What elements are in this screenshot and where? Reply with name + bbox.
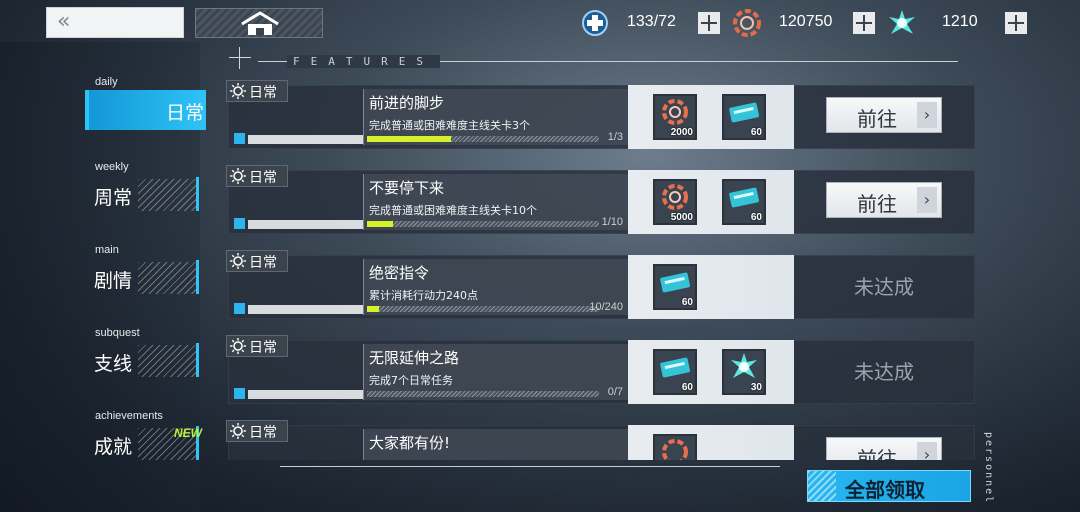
add-stamina-button[interactable] — [698, 12, 720, 34]
crosshair-icon — [229, 47, 251, 69]
go-button[interactable]: 前往 › — [826, 97, 942, 133]
reward-area: 2000 60 — [628, 85, 794, 149]
new-badge: NEW — [174, 426, 202, 440]
ticket-card-icon — [729, 187, 759, 208]
add-credits-button[interactable] — [853, 12, 875, 34]
sun-icon — [230, 253, 246, 269]
reward-item[interactable]: 60 — [653, 264, 697, 310]
task-progress-bar — [367, 391, 599, 397]
task-row: 日常 无限延伸之路 完成7个日常任务 0/7 60 30 未达成 — [226, 335, 976, 404]
sun-icon — [230, 423, 246, 439]
nav-achievements-label: 成就 — [94, 436, 133, 458]
reward-area: 60 — [628, 255, 794, 319]
task-row: 日常 不要停下来 完成普通或困难难度主线关卡10个 1/10 5000 60 前… — [226, 165, 976, 234]
task-row: 日常 绝密指令 累计消耗行动力240点 10/240 60 未达成 — [226, 250, 976, 319]
nav-daily-en-label: daily — [95, 76, 118, 88]
credits-value: 120750 — [779, 13, 833, 30]
nav-main-label: 剧情 — [94, 270, 133, 292]
daily-tag: 日常 — [226, 335, 288, 357]
nav-subquest-label: 支线 — [94, 353, 133, 375]
task-list[interactable]: 日常 前进的脚步 完成普通或困难难度主线关卡3个 1/3 2000 60 前往 … — [200, 80, 1000, 460]
task-description: 完成普通或困难难度主线关卡10个 — [369, 204, 537, 217]
home-button[interactable] — [195, 8, 323, 38]
bottom-divider — [280, 466, 780, 467]
sun-icon — [230, 168, 246, 184]
nav-achievements-en-label: achievements — [95, 410, 163, 422]
reward-area: 5000 60 — [628, 170, 794, 234]
reward-item[interactable]: 5000 — [653, 179, 697, 225]
features-label: FEATURES — [287, 55, 440, 68]
nav-subquest[interactable]: subquest 支线 — [88, 327, 206, 381]
task-progress-bar — [367, 221, 599, 227]
task-progress-bar — [367, 136, 599, 142]
go-button[interactable]: 前往 › — [826, 182, 942, 218]
stamina-resource: 133/72 — [581, 9, 721, 37]
credits-resource: 120750 — [733, 9, 876, 37]
task-title: 无限延伸之路 — [369, 349, 460, 367]
nav-weekly[interactable]: weekly 周常 — [88, 161, 206, 215]
task-progress-bar — [367, 306, 599, 312]
task-progress-text: 0/7 — [607, 386, 623, 398]
status-not-reached: 未达成 — [854, 275, 914, 299]
daily-tag: 日常 — [226, 250, 288, 272]
task-progress-text: 10/240 — [589, 301, 623, 313]
chevron-right-icon: › — [917, 102, 937, 128]
sun-icon — [230, 338, 246, 354]
chevron-right-icon: › — [917, 187, 937, 213]
chevron-right-icon: › — [917, 442, 937, 460]
gear-coin-icon — [662, 184, 688, 210]
stamina-value: 133/72 — [627, 13, 676, 30]
task-title: 大家都有份! — [369, 434, 451, 452]
nav-main-en-label: main — [95, 244, 119, 256]
task-description: 累计消耗行动力240点 — [369, 289, 478, 302]
crystal-resource: 1210 — [888, 9, 1030, 37]
reward-item[interactable]: 30 — [722, 349, 766, 395]
medical-cross-icon — [582, 10, 608, 36]
task-row: 日常 大家都有份! 前往 › — [226, 420, 976, 460]
task-description: 完成7个日常任务 — [369, 374, 453, 387]
task-description: 完成普通或困难难度主线关卡3个 — [369, 119, 530, 132]
double-chevron-left-icon: « — [57, 9, 71, 34]
gear-coin-icon — [733, 9, 761, 37]
daily-tag: 日常 — [226, 420, 288, 442]
home-icon — [241, 11, 279, 35]
personnel-label: personnel — [983, 432, 994, 505]
reward-area — [628, 425, 794, 460]
claim-all-button[interactable]: 全部领取 — [807, 470, 971, 502]
ticket-card-icon — [729, 102, 759, 123]
nav-daily[interactable]: daily 日常 — [85, 76, 206, 130]
daily-tag: 日常 — [226, 165, 288, 187]
go-button[interactable]: 前往 › — [826, 437, 942, 460]
nav-subquest-en-label: subquest — [95, 327, 140, 339]
reward-item[interactable]: 60 — [722, 94, 766, 140]
task-title: 绝密指令 — [369, 264, 430, 282]
reward-item[interactable] — [653, 434, 697, 460]
sun-icon — [230, 83, 246, 99]
ticket-card-icon — [660, 272, 690, 293]
reward-area: 60 30 — [628, 340, 794, 404]
task-progress-text: 1/3 — [607, 131, 623, 143]
nav-weekly-en-label: weekly — [95, 161, 129, 173]
crystal-burst-icon — [889, 10, 915, 34]
gear-coin-icon — [662, 99, 688, 125]
reward-item[interactable]: 60 — [653, 349, 697, 395]
crystal-burst-icon — [731, 353, 757, 378]
reward-item[interactable]: 60 — [722, 179, 766, 225]
add-crystal-button[interactable] — [1005, 12, 1027, 34]
nav-weekly-label: 周常 — [94, 187, 133, 209]
ticket-card-icon — [660, 357, 690, 378]
status-not-reached: 未达成 — [854, 360, 914, 384]
task-title: 前进的脚步 — [369, 94, 445, 112]
reward-item[interactable]: 2000 — [653, 94, 697, 140]
nav-daily-label: 日常 — [166, 102, 205, 124]
daily-tag: 日常 — [226, 80, 288, 102]
task-progress-text: 1/10 — [601, 216, 623, 228]
back-button[interactable]: « — [46, 7, 184, 38]
gear-coin-icon — [662, 439, 688, 460]
task-row: 日常 前进的脚步 完成普通或困难难度主线关卡3个 1/3 2000 60 前往 … — [226, 80, 976, 149]
crystal-value: 1210 — [942, 13, 978, 30]
task-title: 不要停下来 — [369, 179, 445, 197]
nav-main[interactable]: main 剧情 — [88, 244, 206, 298]
